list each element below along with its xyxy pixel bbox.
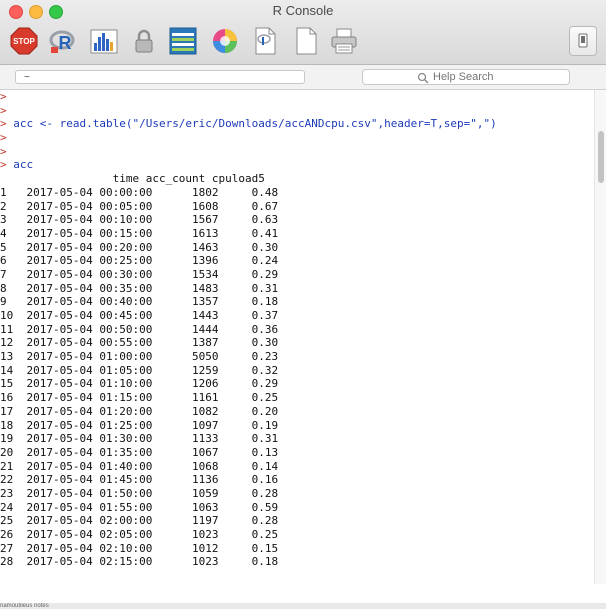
titlebar: R Console STOP R (0, 0, 606, 65)
new-document-button[interactable] (292, 27, 320, 55)
command-text: acc <- read.table("/Users/eric/Downloads… (6, 117, 497, 131)
console-output-line: 20 2017-05-04 01:35:00 1067 0.13 (0, 445, 279, 459)
print-button[interactable] (330, 27, 358, 55)
console-output-line: 27 2017-05-04 02:10:00 1012 0.15 (0, 541, 279, 555)
r-document-icon (255, 27, 276, 55)
console-prompt-line: > acc (0, 158, 594, 172)
console-output-line: 9 2017-05-04 00:40:00 1357 0.18 (0, 295, 279, 309)
console-output-line: 4 2017-05-04 00:15:00 1613 0.41 (0, 226, 279, 240)
console-output-line: 28 2017-05-04 02:15:00 1023 0.18 (0, 555, 279, 569)
prompt-symbol: > (0, 158, 7, 172)
console-prompt-line: > (0, 103, 7, 117)
console-output-line: 10 2017-05-04 00:45:00 1443 0.37 (0, 309, 279, 322)
quartz-device-button[interactable] (90, 27, 118, 55)
console-output[interactable]: > > > acc <- read.table("/Users/eric/Downl… (0, 90, 594, 584)
help-search-input[interactable] (433, 71, 563, 83)
console-output-line: 8 2017-05-04 00:35:00 1483 0.31 (0, 281, 279, 295)
lock-icon (135, 29, 153, 53)
console-output-line: 19 2017-05-04 01:30:00 1133 0.31 (0, 432, 279, 446)
scrollbar-thumb[interactable] (598, 131, 604, 183)
path-search-bar: ~ (0, 65, 606, 90)
sidebar-toggle-icon (578, 33, 588, 48)
r-console-window: R Console STOP R ~ Help Search > > > acc… (0, 0, 606, 604)
console-output-line: 16 2017-05-04 01:15:00 1161 0.25 (0, 391, 279, 405)
console-output-line: 18 2017-05-04 01:25:00 1097 0.19 (0, 418, 279, 432)
open-document-button[interactable] (251, 27, 279, 55)
console-output-line: 17 2017-05-04 01:20:00 1082 0.20 (0, 404, 279, 418)
console-output-line: 2 2017-05-04 00:05:00 1608 0.67 (0, 199, 279, 213)
console-output-line: 11 2017-05-04 00:50:00 1444 0.36 (0, 322, 279, 336)
search-icon (417, 72, 429, 84)
console-prompt-line: > (0, 90, 7, 103)
command-text: acc (6, 158, 34, 172)
lock-button[interactable] (130, 27, 158, 55)
r-logo-letter: R (59, 33, 72, 53)
console-output-line: 15 2017-05-04 01:10:00 1206 0.29 (0, 377, 279, 391)
console-output-line: 22 2017-05-04 01:45:00 1136 0.16 (0, 473, 279, 487)
help-search-box[interactable] (362, 69, 570, 85)
stop-label: STOP (13, 37, 35, 46)
console-output-line: time acc_count cpuload5 (0, 172, 265, 186)
bar-chart-icon (90, 29, 118, 54)
console-output-line: 24 2017-05-04 01:55:00 1063 0.59 (0, 500, 279, 514)
prompt-symbol: > (0, 117, 7, 131)
r-logo-icon: R (49, 30, 75, 53)
color-picker-button[interactable] (211, 27, 239, 55)
console-output-line: 13 2017-05-04 01:00:00 5050 0.23 (0, 350, 279, 364)
console-output-line: 1 2017-05-04 00:00:00 1802 0.48 (0, 185, 279, 199)
color-wheel-icon (213, 29, 237, 53)
stop-button[interactable]: STOP (10, 27, 38, 55)
console-output-line: 21 2017-05-04 01:40:00 1068 0.14 (0, 459, 279, 473)
console-output-line: 26 2017-05-04 02:05:00 1023 0.25 (0, 528, 279, 541)
printer-icon (331, 28, 357, 54)
console-output-line: 3 2017-05-04 00:10:00 1567 0.63 (0, 213, 279, 227)
bottom-strip: namoutileus notes (0, 603, 606, 609)
console-output-line: 23 2017-05-04 01:50:00 1059 0.28 (0, 486, 279, 500)
console-scrollbar[interactable] (594, 90, 606, 584)
console-prompt-line: > (0, 131, 7, 145)
spreadsheet-icon (169, 27, 197, 55)
data-editor-button[interactable] (169, 27, 197, 55)
console-prompt-line: > (0, 144, 7, 158)
window-title: R Console (272, 3, 334, 18)
console-output-line: 5 2017-05-04 00:20:00 1463 0.30 (0, 240, 279, 254)
console-output-line: 7 2017-05-04 00:30:00 1534 0.29 (0, 267, 279, 281)
source-script-button[interactable]: R (49, 27, 77, 55)
toggle-sidebar-button[interactable] (569, 26, 597, 56)
working-directory-field[interactable]: ~ (15, 70, 305, 84)
stop-icon: STOP (10, 27, 38, 55)
console-output-line: 14 2017-05-04 01:05:00 1259 0.32 (0, 363, 279, 377)
console-output-line: 6 2017-05-04 00:25:00 1396 0.24 (0, 254, 279, 268)
blank-document-icon (296, 27, 317, 55)
console-output-line: 12 2017-05-04 00:55:00 1387 0.30 (0, 336, 279, 350)
console-output-line: 25 2017-05-04 02:00:00 1197 0.28 (0, 514, 279, 528)
console-prompt-line: > acc <- read.table("/Users/eric/Downloa… (0, 117, 594, 131)
